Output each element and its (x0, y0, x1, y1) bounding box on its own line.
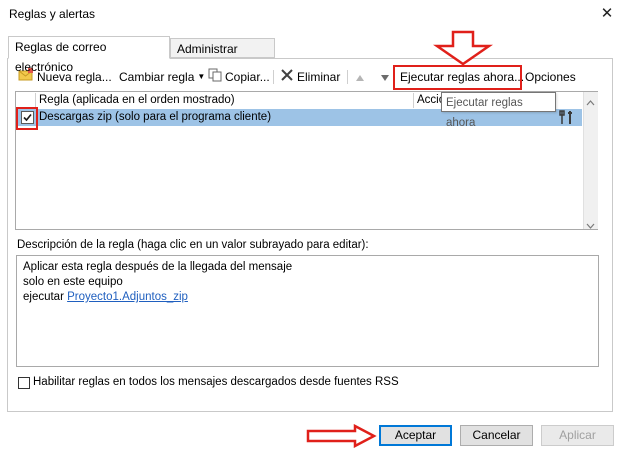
cancel-button[interactable]: Cancelar (460, 425, 533, 446)
column-header-rule[interactable]: Regla (aplicada en el orden mostrado) (39, 92, 235, 109)
rss-rules-checkbox[interactable] (18, 377, 30, 389)
copy-button[interactable]: Copiar... (208, 68, 270, 86)
rules-list-scrollbar[interactable] (583, 92, 598, 229)
description-line: ejecutar Proyecto1.Adjuntos_zip (23, 290, 188, 304)
run-rules-tooltip: Ejecutar reglas ahora (441, 92, 556, 129)
annotation-highlight-checkbox (16, 107, 38, 130)
tab-manage-alerts[interactable]: Administrar alertas (170, 38, 275, 76)
column-divider (413, 93, 414, 108)
delete-label: Eliminar (297, 70, 341, 84)
close-icon[interactable]: ✕ (597, 4, 617, 24)
move-up-icon[interactable] (355, 71, 365, 85)
annotation-right-arrow (305, 423, 377, 451)
scroll-down-icon[interactable] (586, 218, 595, 232)
options-button[interactable]: Opciones (525, 68, 576, 86)
window-title: Reglas y alertas (9, 7, 96, 21)
toolbar-divider (273, 70, 274, 84)
toolbar-divider (347, 70, 348, 84)
change-rule-label: Cambiar regla (119, 70, 195, 84)
description-text: ejecutar (23, 291, 68, 303)
ok-button[interactable]: Aceptar (379, 425, 452, 446)
tab-email-rules[interactable]: Reglas de correo electrónico (8, 36, 170, 74)
delete-button[interactable]: Eliminar (280, 68, 340, 86)
apply-button[interactable]: Aplicar (541, 425, 614, 446)
column-divider (35, 93, 36, 108)
copy-icon (208, 68, 222, 87)
description-line: solo en este equipo (23, 276, 123, 288)
script-link[interactable]: Proyecto1.Adjuntos_zip (67, 291, 188, 303)
annotation-down-arrow (432, 30, 494, 69)
rule-name: Descargas zip (solo para el programa cli… (39, 111, 272, 123)
scroll-up-icon[interactable] (586, 95, 595, 109)
move-down-icon[interactable] (380, 71, 390, 85)
delete-icon (280, 68, 294, 87)
description-label: Descripción de la regla (haga clic en un… (17, 239, 369, 251)
rss-rules-label[interactable]: Habilitar reglas en todos los mensajes d… (33, 376, 399, 388)
rule-action-tools-icon (559, 110, 575, 128)
copy-label: Copiar... (225, 70, 270, 84)
options-label: Opciones (525, 70, 576, 84)
change-rule-button[interactable]: Cambiar regla ▼ (119, 68, 205, 86)
description-line: Aplicar esta regla después de la llegada… (23, 261, 293, 273)
dropdown-arrow-icon: ▼ (197, 72, 206, 81)
